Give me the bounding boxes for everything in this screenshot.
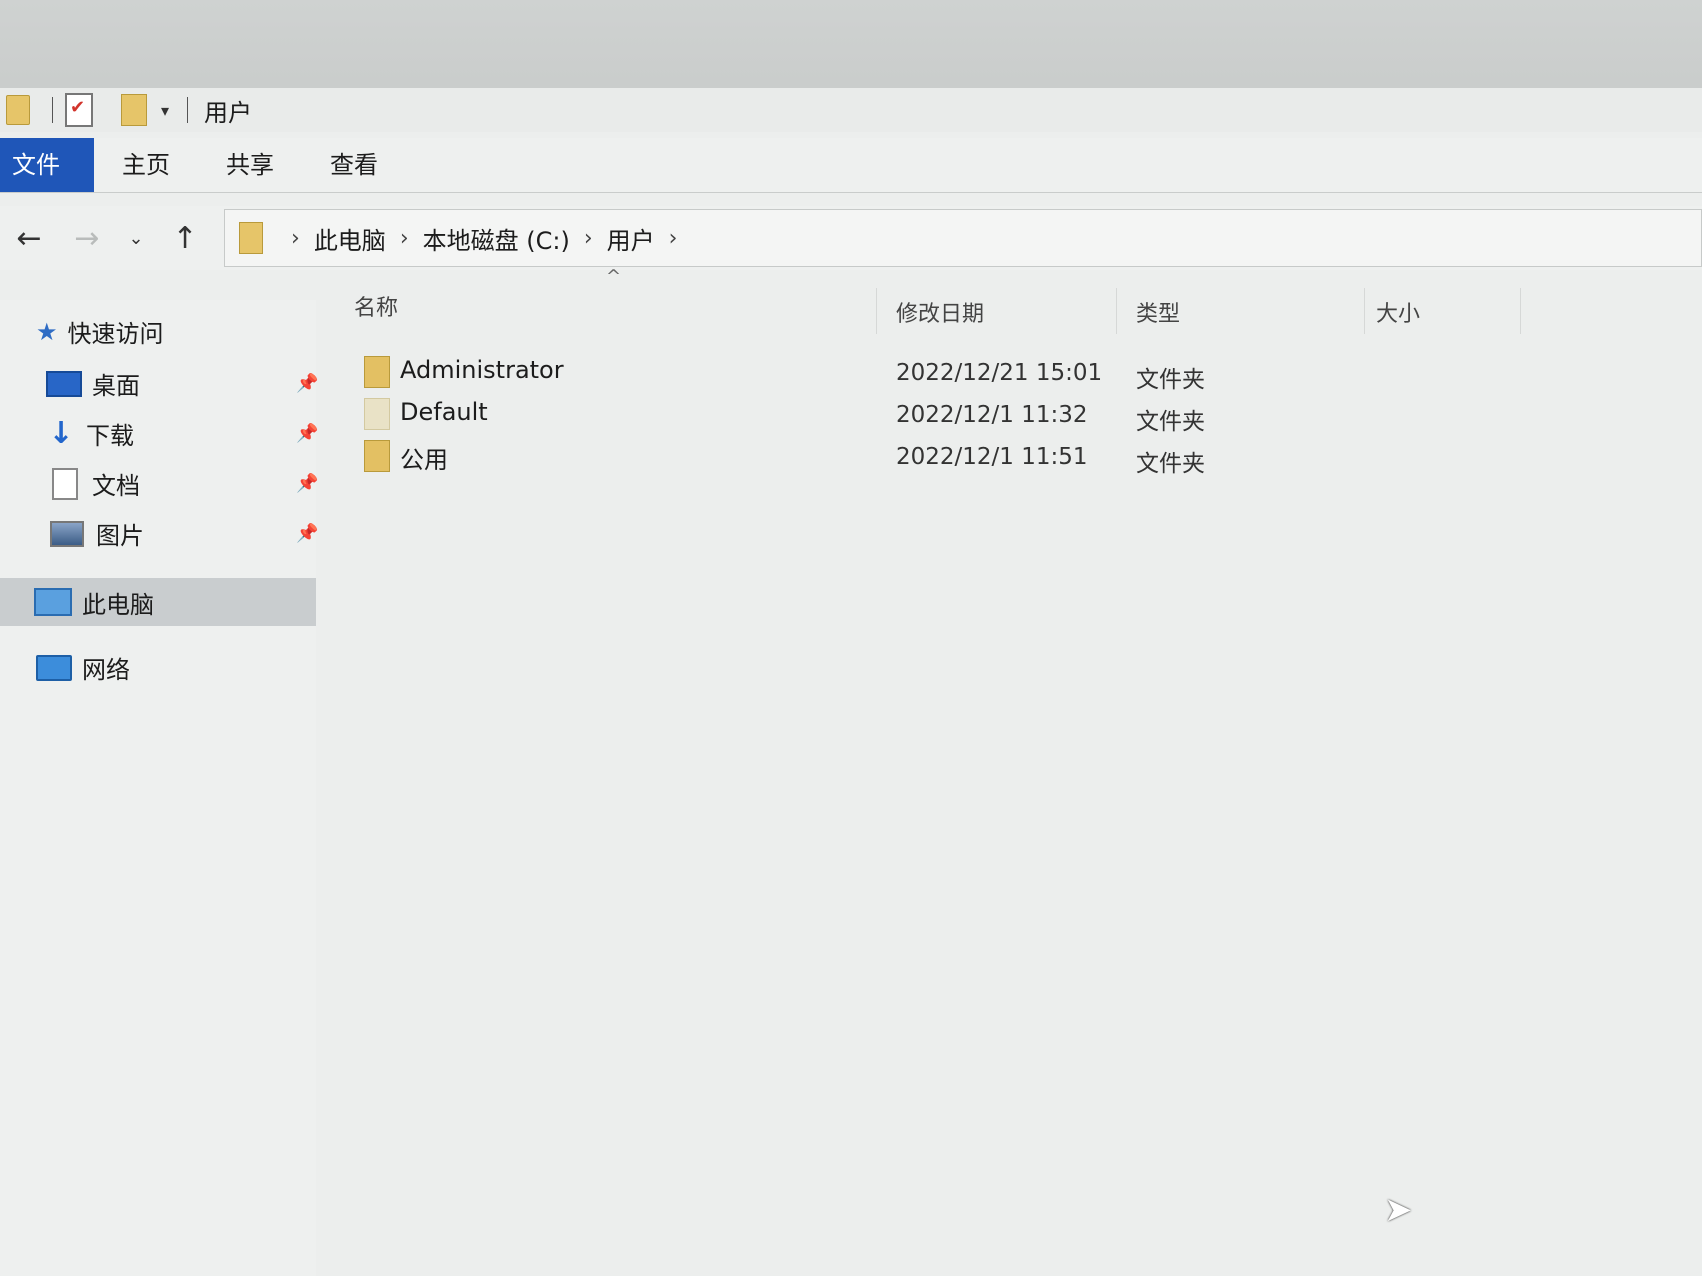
sidebar-item-label: 桌面 (92, 372, 140, 400)
sidebar-item-label: 图片 (96, 522, 144, 550)
arrow-right-icon[interactable]: → (58, 221, 116, 256)
file-name: Default (400, 398, 488, 426)
sidebar-item-label: 网络 (82, 656, 130, 684)
chevron-right-icon[interactable]: › (584, 226, 593, 251)
sidebar-item-label: 快速访问 (67, 320, 164, 348)
column-header-date[interactable]: 修改日期 (896, 296, 984, 328)
pin-icon[interactable]: 📌 (296, 423, 318, 444)
column-header-size[interactable]: 大小 (1376, 296, 1420, 328)
sidebar-item-label: 下载 (86, 422, 134, 450)
sidebar-item-this-pc[interactable]: 此电脑 (0, 578, 316, 626)
chevron-right-icon[interactable]: › (400, 226, 409, 251)
chevron-right-icon[interactable]: › (669, 226, 678, 251)
ribbon-tabs: 文件 主页 共享 查看 (0, 138, 1702, 193)
navigation-bar: ← → ⌄ ↑ › 此电脑 › 本地磁盘 (C:) › 用户 › (0, 206, 1702, 270)
column-divider[interactable] (876, 288, 877, 334)
folder-icon[interactable] (6, 95, 30, 125)
column-divider[interactable] (1364, 288, 1365, 334)
column-divider[interactable] (1520, 288, 1521, 334)
column-divider[interactable] (1116, 288, 1117, 334)
new-folder-icon[interactable] (121, 94, 147, 126)
file-type: 文件夹 (1136, 409, 1205, 435)
download-icon: ↓ (48, 416, 74, 451)
folder-icon (239, 222, 263, 254)
folder-icon (364, 440, 390, 472)
table-row[interactable]: Administrator 2022/12/21 15:01 文件夹 (330, 352, 1702, 393)
file-type: 文件夹 (1136, 367, 1205, 393)
file-list: ^ 名称 修改日期 类型 大小 Administrator 2022/12/21… (330, 266, 1702, 1276)
sidebar-item-pictures[interactable]: 图片 📌 (50, 516, 318, 551)
file-date: 2022/12/1 11:32 (896, 402, 1088, 428)
mouse-cursor-icon: ➤ (1384, 1190, 1413, 1230)
properties-icon[interactable] (65, 93, 93, 127)
desktop-icon (46, 370, 82, 397)
pictures-icon (50, 520, 84, 547)
navigation-pane: ★ 快速访问 桌面 📌 ↓ 下载 📌 文档 📌 图片 📌 此电脑 网络 (0, 300, 318, 1276)
file-date: 2022/12/21 15:01 (896, 360, 1103, 386)
file-name: Administrator (400, 356, 564, 384)
tab-home[interactable]: 主页 (94, 138, 198, 192)
quick-access-toolbar: ▾ 用户 (0, 88, 1702, 132)
tab-share[interactable]: 共享 (198, 138, 302, 192)
customize-toolbar-chevron-icon[interactable]: ▾ (161, 101, 169, 120)
sort-ascending-icon: ^ (606, 266, 622, 287)
arrow-up-icon[interactable]: ↑ (156, 221, 214, 256)
breadcrumb-local-disk[interactable]: 本地磁盘 (C:) (423, 221, 570, 256)
sidebar-item-documents[interactable]: 文档 📌 (52, 466, 318, 501)
folder-icon (364, 356, 390, 388)
chevron-down-icon[interactable]: ⌄ (116, 228, 156, 249)
column-header-type[interactable]: 类型 (1136, 296, 1180, 328)
address-bar[interactable]: › 此电脑 › 本地磁盘 (C:) › 用户 › (224, 209, 1702, 267)
sidebar-item-label: 此电脑 (82, 590, 154, 619)
column-header-name[interactable]: 名称 (354, 290, 398, 322)
sidebar-item-label: 文档 (92, 472, 140, 500)
pin-icon[interactable]: 📌 (296, 523, 318, 544)
file-type: 文件夹 (1136, 451, 1205, 477)
star-icon: ★ (36, 317, 58, 346)
toolbar-separator (52, 97, 53, 123)
sidebar-item-desktop[interactable]: 桌面 📌 (46, 366, 318, 401)
tab-view[interactable]: 查看 (302, 138, 406, 192)
network-icon (36, 654, 72, 681)
document-icon (52, 467, 78, 500)
table-row[interactable]: Default 2022/12/1 11:32 文件夹 (330, 394, 1702, 435)
sidebar-item-network[interactable]: 网络 (36, 650, 130, 685)
sidebar-item-downloads[interactable]: ↓ 下载 📌 (46, 416, 318, 451)
tab-file[interactable]: 文件 (0, 138, 94, 192)
table-row[interactable]: 公用 2022/12/1 11:51 文件夹 (330, 436, 1702, 477)
pin-icon[interactable]: 📌 (296, 373, 318, 394)
chevron-right-icon[interactable]: › (291, 226, 300, 251)
pin-icon[interactable]: 📌 (296, 473, 318, 494)
window-title: 用户 (204, 98, 253, 127)
file-name: 公用 (400, 446, 448, 474)
file-date: 2022/12/1 11:51 (896, 444, 1088, 470)
sidebar-item-quick-access[interactable]: ★ 快速访问 (36, 314, 164, 349)
toolbar-separator (187, 97, 189, 123)
folder-icon (364, 398, 390, 430)
breadcrumb-users[interactable]: 用户 (607, 221, 655, 256)
computer-icon (34, 588, 72, 616)
breadcrumb-this-pc[interactable]: 此电脑 (314, 221, 386, 256)
arrow-left-icon[interactable]: ← (0, 221, 58, 256)
